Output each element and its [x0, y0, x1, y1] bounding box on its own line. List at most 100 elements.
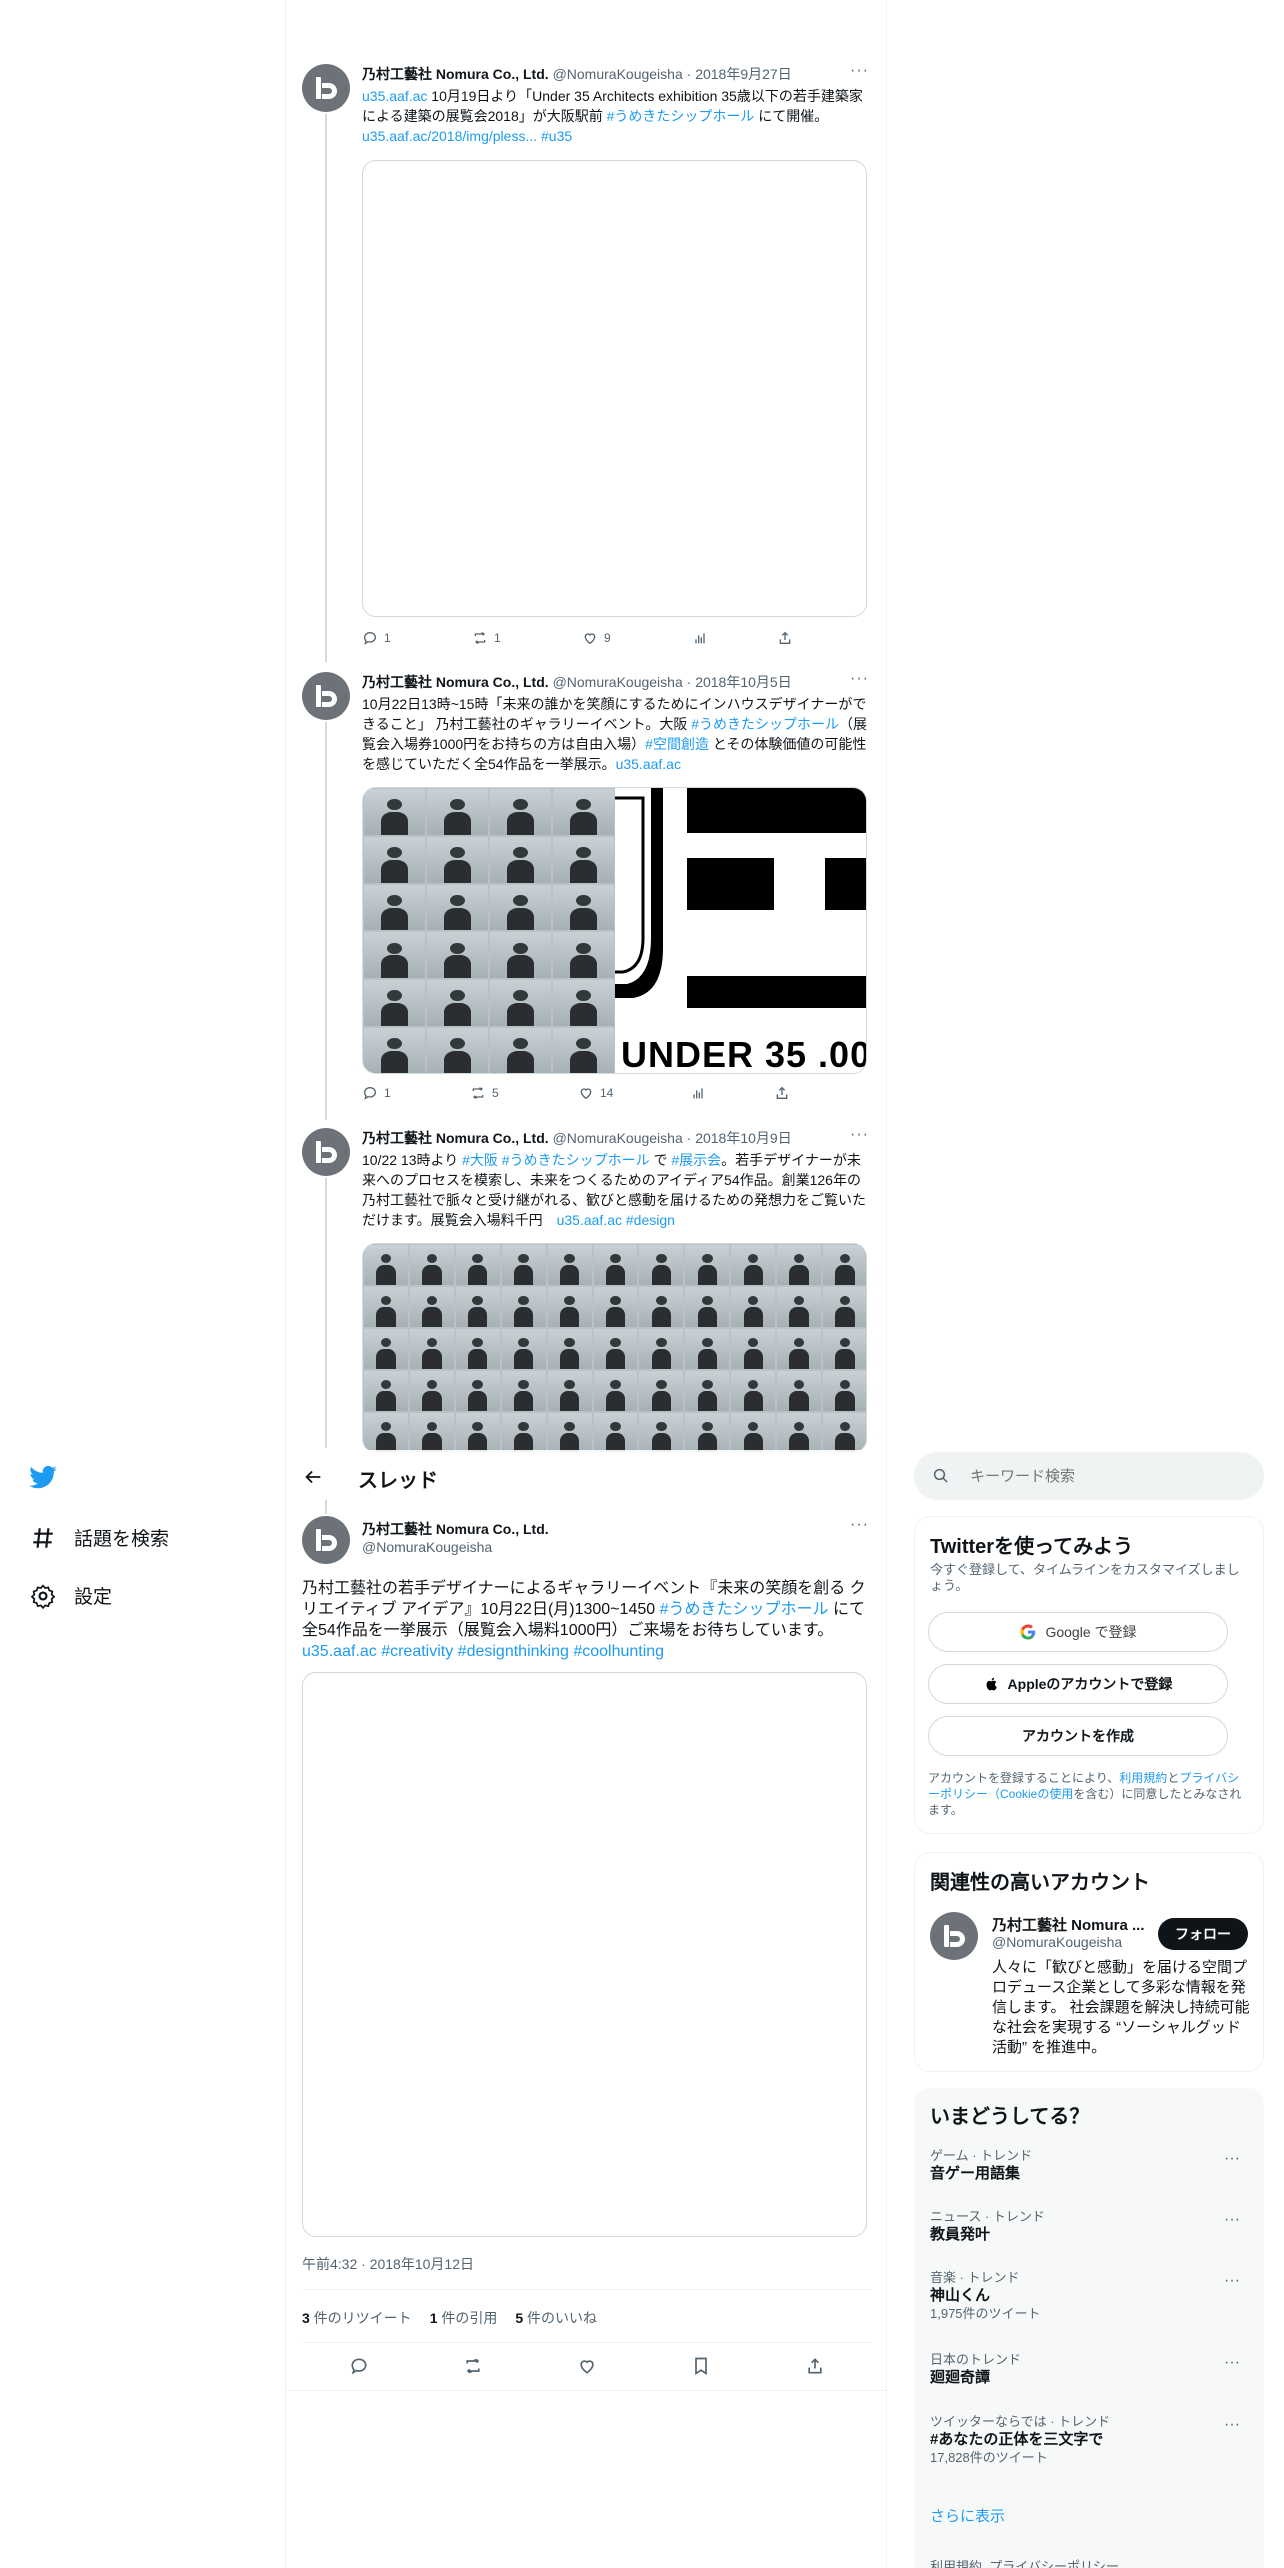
back-button[interactable]: [302, 1466, 326, 1490]
author-name[interactable]: 乃村工藝社 Nomura Co., Ltd.: [362, 66, 549, 82]
bookmark-icon[interactable]: [691, 2356, 711, 2376]
likes-stat[interactable]: 5 件のいいね: [515, 2308, 597, 2328]
nav-explore[interactable]: 話題を検索: [30, 1524, 169, 1551]
avatar[interactable]: [302, 672, 350, 720]
tweet-link[interactable]: #大阪: [462, 1152, 498, 1168]
quotes-stat[interactable]: 1 件の引用: [430, 2308, 498, 2328]
apple-signup-button[interactable]: Appleのアカウントで登録: [928, 1664, 1228, 1704]
tweet-link[interactable]: #coolhunting: [573, 1643, 664, 1660]
related-avatar[interactable]: [930, 1912, 978, 1960]
search-box[interactable]: [914, 1452, 1264, 1500]
analytics-button[interactable]: [692, 630, 777, 646]
more-icon[interactable]: ···: [1224, 2150, 1240, 2168]
related-bio: 人々に「歓びと感動」を届ける空間プロデュース企業として多彩な情報を発信します。 …: [992, 1959, 1250, 2056]
avatar[interactable]: [302, 1516, 350, 1564]
show-more-link[interactable]: さらに表示: [930, 2505, 1005, 2526]
retweet-button[interactable]: 5: [470, 1085, 578, 1101]
avatar[interactable]: [302, 1128, 350, 1176]
tweet-link[interactable]: #うめきたシップホール: [502, 1152, 650, 1168]
tweet-media[interactable]: [362, 160, 867, 617]
trend-item[interactable]: ツイッターならでは · トレンド #あなたの正体を三文字で 17,828件のツイ…: [930, 2414, 1250, 2466]
tweet-media[interactable]: [302, 1672, 867, 2237]
more-icon[interactable]: ···: [850, 1126, 869, 1144]
heart-icon: [580, 1088, 592, 1100]
tweet-link[interactable]: u35.aaf.ac: [557, 1212, 622, 1228]
more-icon[interactable]: ···: [850, 670, 869, 688]
avatar[interactable]: [302, 64, 350, 112]
heart-icon[interactable]: [577, 2356, 597, 2376]
tweet-media[interactable]: UNDER 35 .00: [362, 787, 867, 1074]
like-button[interactable]: 14: [578, 1085, 690, 1101]
more-icon[interactable]: ···: [1224, 2272, 1240, 2290]
tweet-link[interactable]: u35.aaf.ac: [616, 756, 681, 772]
tweet-date[interactable]: 2018年9月27日: [695, 66, 792, 82]
center-column-left-border: [285, 0, 286, 2568]
reply-button[interactable]: 1: [362, 630, 472, 646]
more-icon[interactable]: ···: [850, 1516, 869, 1534]
search-input[interactable]: [970, 1464, 1240, 1488]
share-button[interactable]: [774, 1085, 790, 1101]
retweets-stat[interactable]: 3 件のリツイート: [302, 2308, 412, 2328]
tweet-link[interactable]: u35.aaf.ac/2018/img/pless...: [362, 128, 537, 144]
divider: [302, 2342, 872, 2343]
related-handle[interactable]: @NomuraKougeisha: [992, 1934, 1122, 1950]
tweet-text-segment: 10/22 13時より: [362, 1152, 463, 1168]
more-icon[interactable]: ···: [850, 62, 869, 80]
create-account-label: アカウントを作成: [1022, 1728, 1134, 1744]
retweet-icon[interactable]: [463, 2356, 483, 2376]
nav-settings[interactable]: 設定: [30, 1582, 112, 1609]
tweet-link[interactable]: #design: [626, 1212, 675, 1228]
tweet-link[interactable]: #展示会: [671, 1152, 721, 1168]
tweet-date[interactable]: 2018年10月5日: [695, 674, 792, 690]
thread-connector: [325, 1500, 327, 1514]
trend-item[interactable]: 音楽 · トレンド 神山くん 1,975件のツイート ···: [930, 2270, 1250, 2322]
create-account-button[interactable]: アカウントを作成: [928, 1716, 1228, 1756]
tweet-link[interactable]: #うめきたシップホール: [660, 1601, 829, 1618]
author-handle[interactable]: @NomuraKougeisha: [362, 1539, 492, 1555]
tweet-link[interactable]: #designthinking: [458, 1643, 569, 1660]
related-name[interactable]: 乃村工藝社 Nomura ...: [992, 1914, 1145, 1935]
google-signup-button[interactable]: Google で登録: [928, 1612, 1228, 1652]
tweet-media[interactable]: [362, 1243, 867, 1453]
reply-count: 1: [384, 1086, 391, 1100]
trend-item[interactable]: ニュース · トレンド 教員発叶 ···: [930, 2209, 1250, 2245]
follow-button[interactable]: フォロー: [1158, 1918, 1248, 1950]
share-icon[interactable]: [805, 2356, 825, 2376]
trend-item[interactable]: ゲーム · トレンド 音ゲー用語集 ···: [930, 2148, 1250, 2184]
tweet-link[interactable]: #creativity: [381, 1643, 453, 1660]
google-signup-label: Google で登録: [1045, 1624, 1137, 1640]
author-name[interactable]: 乃村工藝社 Nomura Co., Ltd.: [362, 1130, 549, 1146]
reply-button[interactable]: 1: [362, 1085, 470, 1101]
tweet-link[interactable]: #u35: [541, 128, 572, 144]
tweet-link[interactable]: #空間創造: [645, 736, 709, 752]
tweet-link[interactable]: #うめきたシップホール: [607, 108, 755, 124]
footer-links[interactable]: 利用規約 プライバシーポリシー: [930, 2556, 1119, 2568]
reply-count: 1: [384, 631, 391, 645]
author-handle[interactable]: @NomuraKougeisha: [553, 674, 683, 690]
more-icon[interactable]: ···: [1224, 2211, 1240, 2229]
tweet-date[interactable]: 2018年10月9日: [695, 1130, 792, 1146]
tweet-timestamp[interactable]: 午前4:32 · 2018年10月12日: [302, 2254, 474, 2274]
share-button[interactable]: [777, 630, 793, 646]
reply-icon: [363, 631, 377, 645]
tweet-link[interactable]: #うめきたシップホール: [691, 716, 839, 732]
reply-icon[interactable]: [349, 2356, 369, 2376]
retweet-button[interactable]: 1: [472, 630, 582, 646]
more-icon[interactable]: ···: [1224, 2354, 1240, 2372]
author-handle[interactable]: @NomuraKougeisha: [553, 1130, 683, 1146]
twitter-logo-icon[interactable]: [28, 1462, 58, 1497]
more-icon[interactable]: ···: [1224, 2416, 1240, 2434]
terms-link[interactable]: 利用規約: [1119, 1771, 1167, 1785]
author-name[interactable]: 乃村工藝社 Nomura Co., Ltd.: [362, 1519, 549, 1539]
trend-item[interactable]: 日本のトレンド 廻廻奇譚 ···: [930, 2352, 1250, 2388]
reply-icon: [363, 1086, 377, 1100]
author-name[interactable]: 乃村工藝社 Nomura Co., Ltd.: [362, 674, 549, 690]
author-handle[interactable]: @NomuraKougeisha: [553, 66, 683, 82]
like-button[interactable]: 9: [582, 630, 692, 646]
trend-category: ゲーム · トレンド: [930, 2148, 1033, 2163]
tweet-link[interactable]: u35.aaf.ac: [362, 88, 427, 104]
trend-title: 神山くん: [930, 2287, 991, 2304]
analytics-button[interactable]: [690, 1085, 774, 1101]
tweet-text: 10月22日13時~15時「未来の誰かを笑顔にするためにインハウスデザイナーがで…: [362, 694, 867, 774]
tweet-link[interactable]: u35.aaf.ac: [302, 1643, 377, 1660]
